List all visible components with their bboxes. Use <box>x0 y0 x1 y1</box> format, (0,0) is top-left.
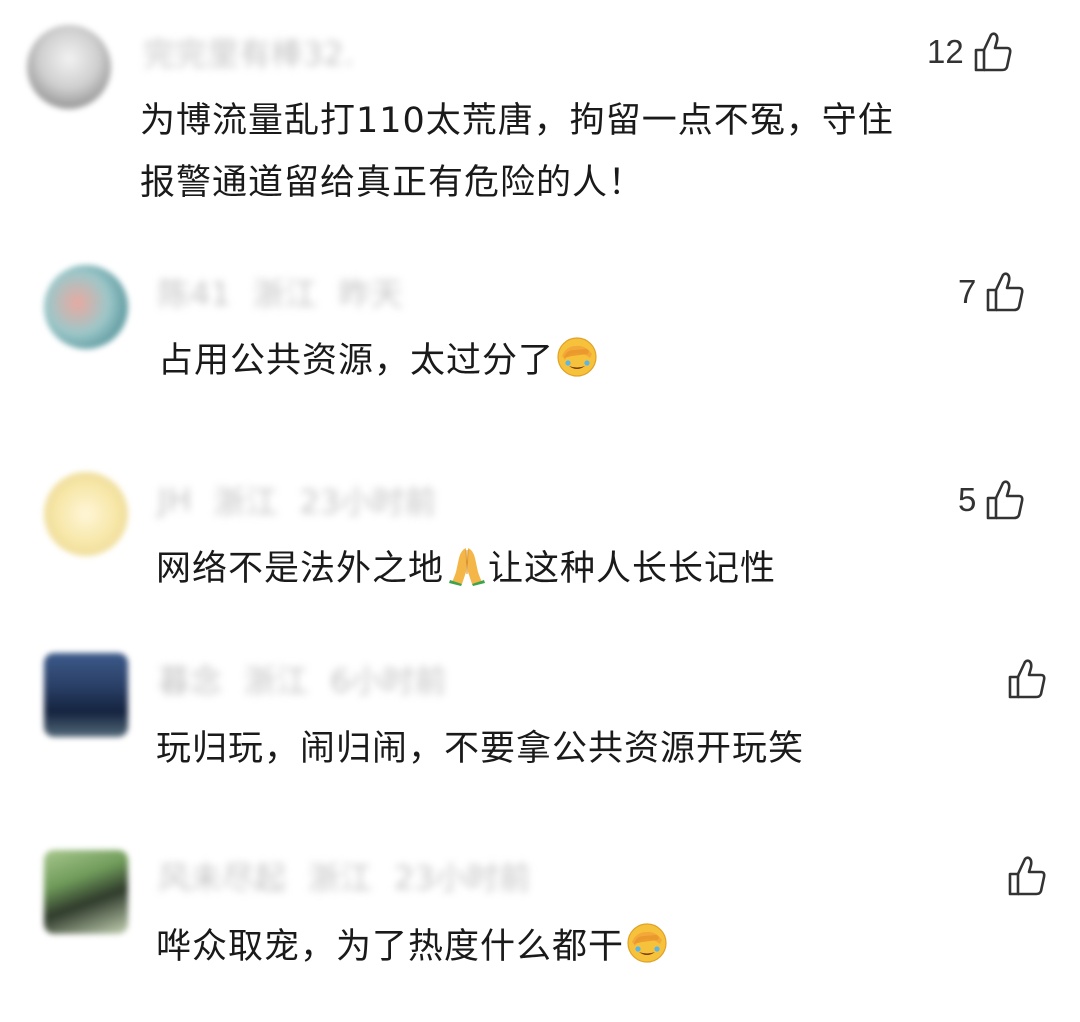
comment-item-2: 陈41 浙江 昨天 7 占用公共资源，太过分了 <box>0 250 1080 450</box>
comment-item-1: 完完里有棒32. 12 为博流量乱打110太荒唐，拘留一点不冤，守住 报警通道留… <box>0 0 1080 230</box>
folded-hands-emoji-icon <box>446 544 488 586</box>
thumbs-up-icon <box>986 480 1024 520</box>
avatar[interactable] <box>27 25 111 109</box>
timestamp: 23小时前 <box>394 859 531 897</box>
timestamp: 昨天 <box>338 275 403 313</box>
location: 浙江 <box>308 859 373 897</box>
comment-item-3: JH 浙江 23小时前 5 网络不是法外之地 让这种人长长记性 <box>0 462 1080 632</box>
thumbs-up-icon <box>974 32 1012 72</box>
comment-text-line: 为博流量乱打110太荒唐，拘留一点不冤，守住 <box>140 101 894 141</box>
comment-text: 玩归玩，闹归闹，不要拿公共资源开玩笑 <box>156 718 804 780</box>
like-button[interactable]: 5 <box>958 478 1024 522</box>
username[interactable]: 陈41 <box>158 269 231 315</box>
comment-item-5: 风未尽起 浙江 23小时前 哗众取宠，为了热度什么都干 <box>0 840 1080 1022</box>
comment-text-content: 玩归玩，闹归闹，不要拿公共资源开玩笑 <box>156 729 805 769</box>
thumbs-up-icon <box>1008 856 1046 896</box>
avatar[interactable] <box>44 653 128 737</box>
thumbs-up-icon <box>986 272 1024 312</box>
avatar[interactable] <box>44 472 128 556</box>
timestamp: 6小时前 <box>330 662 447 700</box>
comment-item-4: 暮念 浙江 6小时前 玩归玩，闹归闹，不要拿公共资源开玩笑 <box>0 645 1080 825</box>
like-count: 5 <box>958 481 977 518</box>
like-button[interactable]: 7 <box>958 270 1024 314</box>
facepalm-emoji-icon <box>626 922 668 964</box>
thumbs-up-icon <box>1008 659 1046 699</box>
location: 浙江 <box>213 483 278 521</box>
comment-meta: 陈41 浙江 昨天 <box>158 269 403 315</box>
location: 浙江 <box>244 662 309 700</box>
like-button[interactable]: 12 <box>927 30 1012 74</box>
username[interactable]: 暮念 <box>158 656 222 702</box>
like-button[interactable] <box>998 854 1046 898</box>
comment-text-content: 让这种人长长记性 <box>488 549 777 589</box>
avatar[interactable] <box>44 265 128 349</box>
comment-meta: 暮念 浙江 6小时前 <box>158 656 447 702</box>
avatar[interactable] <box>44 850 128 934</box>
comment-text: 网络不是法外之地 让这种人长长记性 <box>156 538 776 600</box>
username[interactable]: JH <box>158 481 192 519</box>
comment-meta: JH 浙江 23小时前 <box>158 480 437 521</box>
comment-meta: 风未尽起 浙江 23小时前 <box>158 853 531 899</box>
comment-text-content: 哗众取宠，为了热度什么都干 <box>156 927 625 967</box>
comment-text: 占用公共资源，太过分了 <box>158 330 598 392</box>
comment-text: 为博流量乱打110太荒唐，拘留一点不冤，守住 报警通道留给真正有危险的人！ <box>140 90 1050 214</box>
facepalm-emoji-icon <box>556 336 598 378</box>
comment-text-line: 报警通道留给真正有危险的人！ <box>140 163 645 203</box>
like-button[interactable] <box>998 657 1046 701</box>
comment-text: 哗众取宠，为了热度什么都干 <box>156 916 668 978</box>
username[interactable]: 风未尽起 <box>158 853 286 899</box>
comment-text-content: 占用公共资源，太过分了 <box>158 341 555 381</box>
timestamp: 23小时前 <box>299 483 437 521</box>
location: 浙江 <box>252 275 317 313</box>
comment-text-content: 网络不是法外之地 <box>156 549 445 589</box>
like-count: 12 <box>927 33 964 70</box>
username[interactable]: 完完里有棒32. <box>143 29 354 75</box>
comment-meta: 完完里有棒32. <box>143 29 354 75</box>
like-count: 7 <box>958 273 977 310</box>
